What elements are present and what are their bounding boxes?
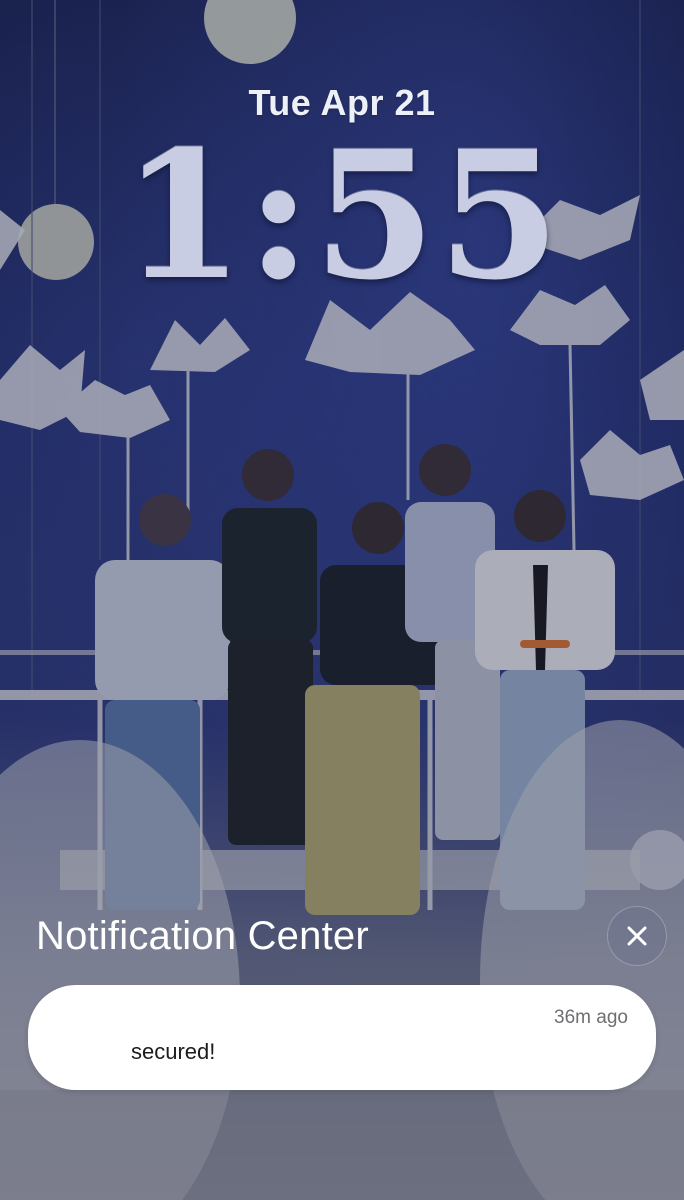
notification-message: secured!: [131, 1039, 216, 1064]
notification-center-title: Notification Center: [36, 914, 369, 958]
notification-time: 36m ago: [554, 1007, 628, 1028]
notification-card[interactable]: 36m ago secured!: [28, 985, 656, 1090]
lockscreen-time: 1:55: [121, 112, 563, 319]
close-icon: [627, 926, 647, 946]
notification-center-close-button[interactable]: [607, 906, 667, 966]
